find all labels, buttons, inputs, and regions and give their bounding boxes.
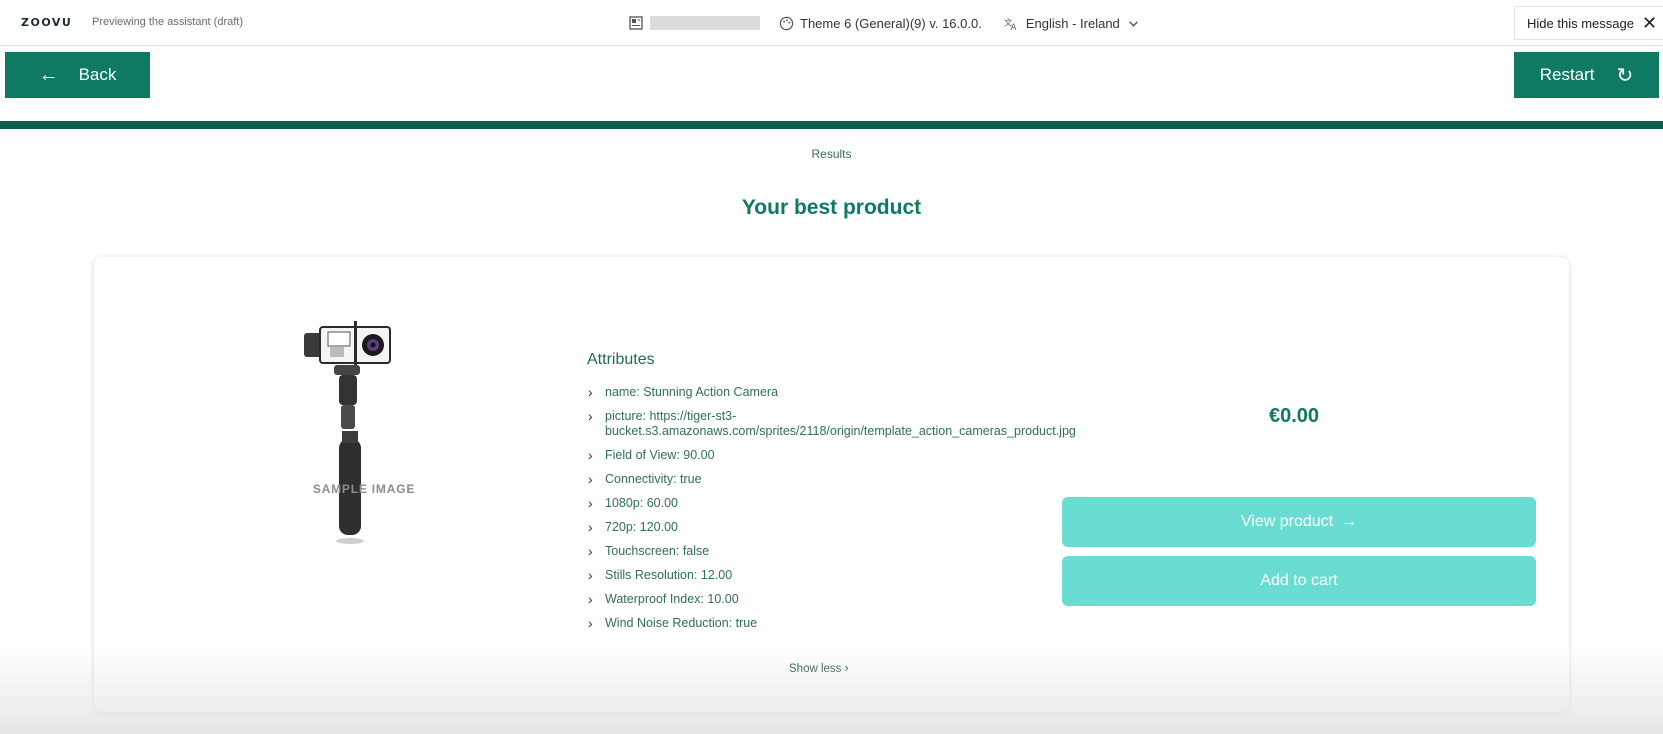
svg-text:A: A xyxy=(1011,22,1017,31)
attribute-item[interactable]: › picture: https://tiger-st3-bucket.s3.am… xyxy=(587,409,1147,439)
product-image: SAMPLE IMAGE xyxy=(284,319,444,549)
zoovu-logo: ZOOVU xyxy=(21,16,73,29)
view-product-button[interactable]: View product → xyxy=(1062,497,1536,547)
show-less-label: Show less xyxy=(789,663,842,675)
close-icon[interactable]: ✕ xyxy=(1642,14,1657,32)
sample-image-label: SAMPLE IMAGE xyxy=(312,482,416,496)
chevron-right-icon: › xyxy=(588,471,593,487)
language-selector[interactable]: English - Ireland xyxy=(1026,16,1120,31)
breadcrumb: Results xyxy=(811,147,852,161)
attribute-item[interactable]: › name: Stunning Action Camera xyxy=(587,385,1147,400)
chevron-right-icon: › xyxy=(588,615,593,631)
attribute-item[interactable]: › Wind Noise Reduction: true xyxy=(587,616,1147,631)
assistant-name-placeholder xyxy=(650,16,760,30)
translate-icon: 文A xyxy=(1004,15,1020,31)
hide-message-button[interactable]: Hide this message ✕ xyxy=(1514,6,1663,40)
preview-meta: Theme 6 (General)(9) v. 16.0.0. 文A Engli… xyxy=(628,13,1148,33)
chevron-right-icon: › xyxy=(588,495,593,511)
chevron-right-icon: › xyxy=(588,567,593,583)
chevron-right-icon: › xyxy=(588,519,593,535)
header-divider xyxy=(0,121,1663,129)
refresh-icon: ↻ xyxy=(1616,64,1634,87)
theme-label: Theme 6 (General)(9) v. 16.0.0. xyxy=(800,15,982,31)
preview-status-text: Previewing the assistant (draft) xyxy=(92,16,244,28)
product-price: €0.00 xyxy=(1268,405,1320,427)
arrow-left-icon: ← xyxy=(38,63,59,86)
chevron-right-icon: › xyxy=(588,447,593,463)
arrow-right-icon: → xyxy=(1341,513,1358,530)
add-to-cart-button[interactable]: Add to cart xyxy=(1062,556,1536,606)
attribute-item[interactable]: › Field of View: 90.00 xyxy=(587,448,1147,463)
chevron-right-icon: › xyxy=(844,660,849,675)
back-label: Back xyxy=(78,65,117,84)
attribute-item[interactable]: › Connectivity: true xyxy=(587,472,1147,487)
chevron-right-icon: › xyxy=(588,591,593,607)
show-less-link[interactable]: Show less › xyxy=(789,660,849,675)
chevron-right-icon: › xyxy=(588,408,593,424)
restart-label: Restart xyxy=(1539,65,1595,84)
camera-gimbal-icon xyxy=(304,321,391,544)
add-to-cart-label: Add to cart xyxy=(1260,572,1338,589)
back-button[interactable]: ← Back xyxy=(5,52,150,98)
product-card: SAMPLE IMAGE Attributes › name: Stunning … xyxy=(94,257,1569,712)
view-product-label: View product xyxy=(1240,513,1334,530)
restart-button[interactable]: Restart ↻ xyxy=(1514,52,1659,98)
page-title: Your best product xyxy=(741,196,922,219)
palette-icon xyxy=(778,15,794,31)
hide-message-label: Hide this message xyxy=(1527,15,1634,31)
page-layout-icon xyxy=(628,15,644,31)
attributes-title: Attributes xyxy=(587,351,655,368)
chevron-right-icon: › xyxy=(588,384,593,400)
chevron-right-icon: › xyxy=(588,543,593,559)
preview-bar: ZOOVU Previewing the assistant (draft) T… xyxy=(0,0,1663,46)
chevron-down-icon[interactable] xyxy=(1126,15,1142,31)
